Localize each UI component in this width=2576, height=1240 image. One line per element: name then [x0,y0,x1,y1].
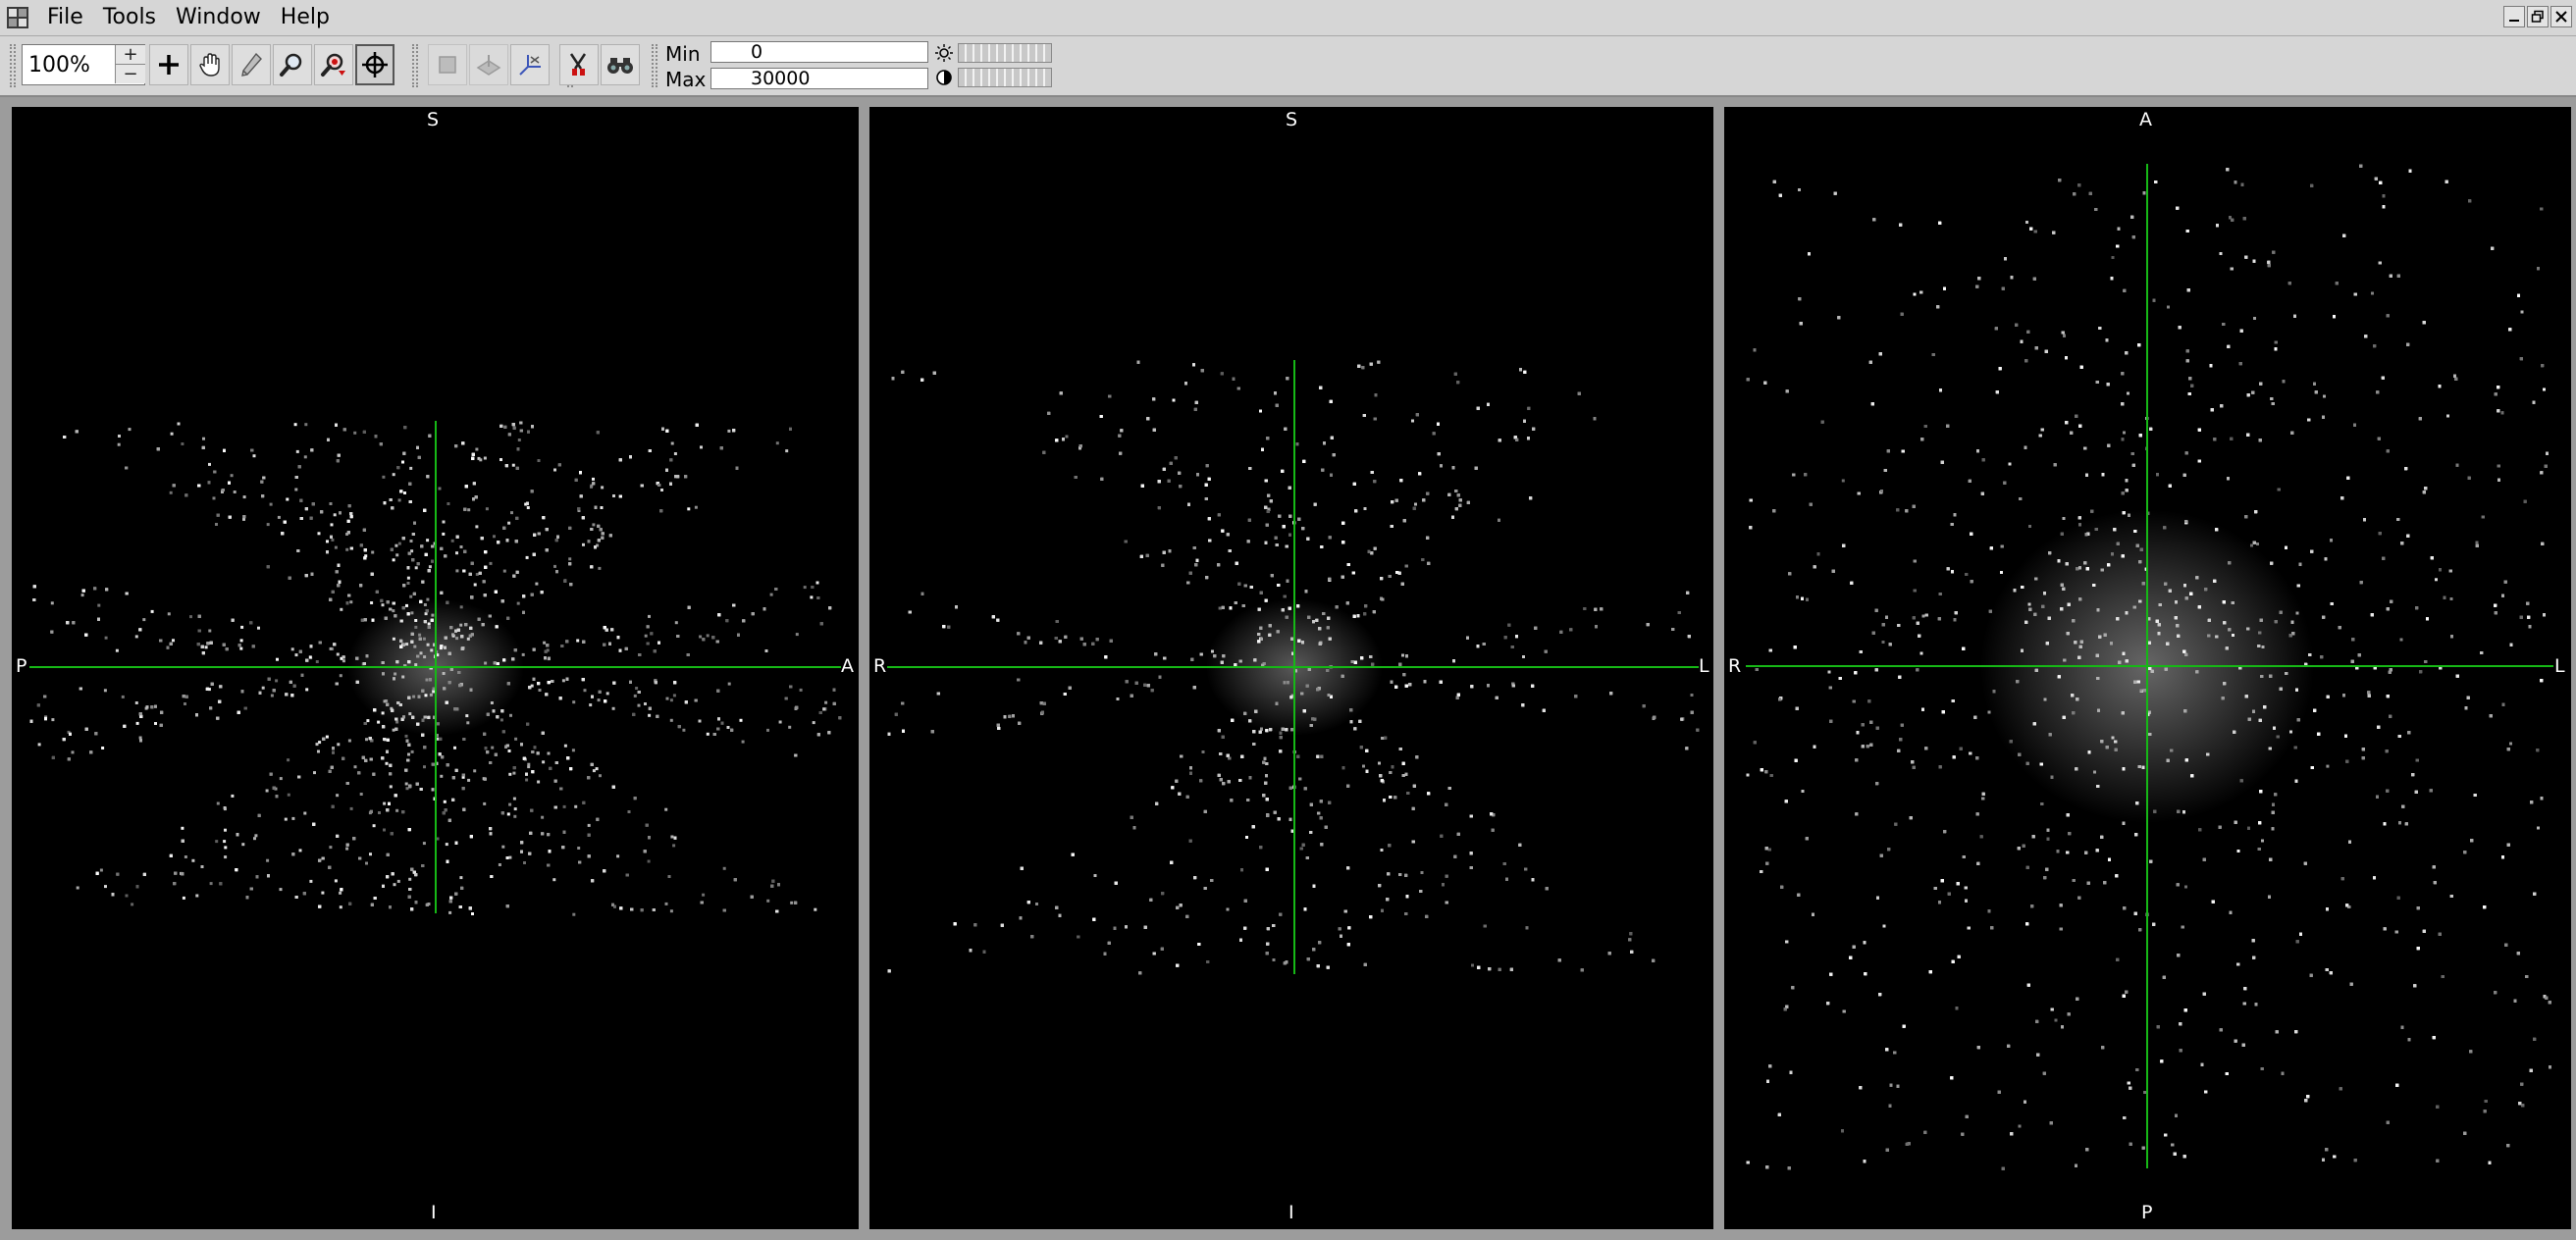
plane-tool-button[interactable] [469,44,508,85]
app-grid-icon [7,7,28,28]
orientation-left-label: R [873,655,887,677]
min-field[interactable]: 0 [710,41,928,63]
coronal-image [887,360,1700,975]
locate-tool-button[interactable] [355,44,394,85]
sagittal-view[interactable]: S I P A [12,107,859,1229]
filter-icon [569,53,587,76]
crosshair-tool-button[interactable] [149,44,188,85]
restore-button[interactable] [2527,6,2549,27]
plus-icon [159,55,179,75]
minimize-button[interactable] [2503,6,2525,27]
target-icon [362,52,388,78]
toolbar-grip[interactable] [412,44,418,87]
orientation-left-label: R [1728,655,1742,677]
box-tool-button[interactable] [428,44,467,85]
pencil-tool-button[interactable] [232,44,271,85]
brightness-indicator [934,43,954,63]
orientation-right-label: L [1699,655,1709,677]
filter-tool-button[interactable] [559,44,599,85]
window-controls [2503,6,2572,27]
zoom-increase-button[interactable]: + [115,45,145,65]
max-label: Max [665,68,707,91]
zoom-spinbox: + − [22,44,145,85]
pan-tool-button[interactable] [190,44,230,85]
menu-tools[interactable]: Tools [93,0,166,35]
max-field[interactable]: 30000 [710,68,928,89]
menu-file[interactable]: File [37,0,93,35]
menubar: File Tools Window Help [0,0,2576,36]
axial-image [1746,164,2553,1170]
orientation-left-label: P [16,655,27,677]
orientation-top-label: S [1286,109,1298,130]
toolbar-grip[interactable] [10,44,16,87]
orientation-bottom-label: P [2141,1202,2153,1223]
orientation-right-label: A [841,655,854,677]
restore-icon [2531,10,2544,23]
zoom-input[interactable] [25,47,121,82]
min-label: Min [665,42,701,66]
plane-icon [476,55,501,76]
sun-icon [935,44,953,62]
sagittal-image [29,421,842,916]
zoom-decrease-button[interactable]: − [115,65,145,83]
orientation-right-label: L [2554,655,2565,677]
zoom-region-tool-button[interactable] [314,44,353,85]
view-tool-button[interactable] [601,44,640,85]
magnifier-region-icon [321,53,345,77]
minimize-icon [2509,20,2519,22]
hand-icon [199,53,220,77]
contrast-icon [936,70,952,85]
magnifier-icon [280,53,302,77]
toolbar-grip[interactable] [652,44,657,87]
orientation-bottom-label: I [1288,1202,1294,1223]
coronal-view[interactable]: S I R L [869,107,1713,1229]
pencil-icon [241,52,262,77]
axial-view[interactable]: A P R L [1724,107,2571,1229]
contrast-slider[interactable] [958,68,1052,87]
orientation-top-label: A [2139,109,2152,130]
axes-icon [519,55,541,76]
zoom-tool-button[interactable] [273,44,312,85]
orientation-top-label: S [427,109,440,130]
menu-help[interactable]: Help [271,0,340,35]
binoculars-icon [607,58,633,74]
ortho-viewer: S I P A S I R L A P R L [0,97,2576,1240]
box-icon [439,56,456,74]
toolbar: + − [0,36,2576,97]
axes-tool-button[interactable] [510,44,550,85]
menu-window[interactable]: Window [166,0,271,35]
contrast-indicator [934,68,954,87]
orientation-bottom-label: I [431,1202,437,1223]
close-button[interactable] [2550,6,2572,27]
close-icon [2555,11,2567,23]
brightness-slider[interactable] [958,43,1052,63]
